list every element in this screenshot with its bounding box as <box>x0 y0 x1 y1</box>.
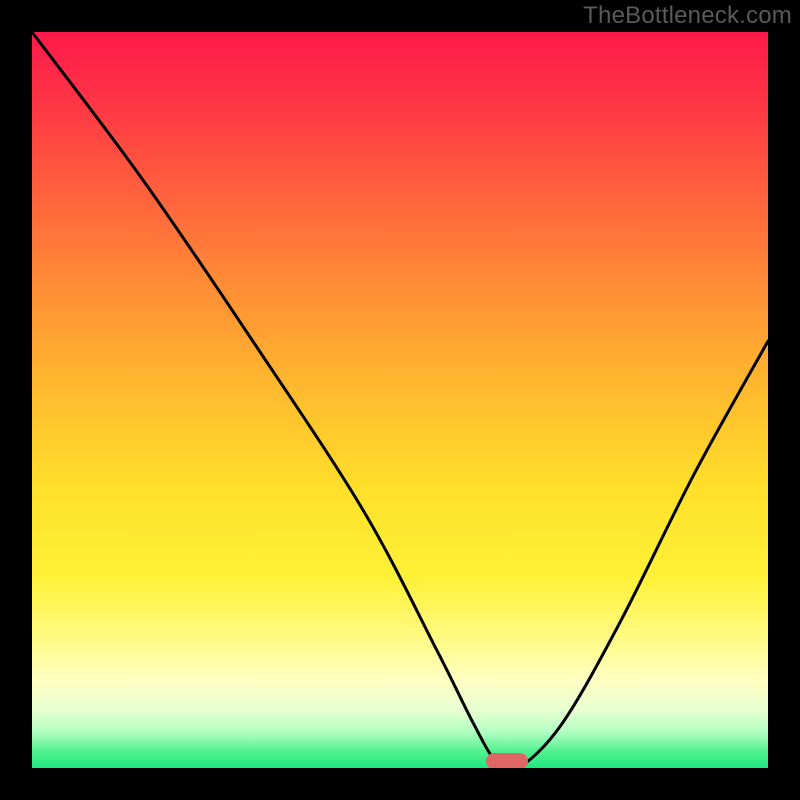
chart-frame: TheBottleneck.com <box>0 0 800 800</box>
watermark-text: TheBottleneck.com <box>583 2 792 30</box>
optimal-marker <box>486 753 528 768</box>
bottleneck-curve <box>32 32 768 768</box>
plot-area <box>32 32 768 768</box>
